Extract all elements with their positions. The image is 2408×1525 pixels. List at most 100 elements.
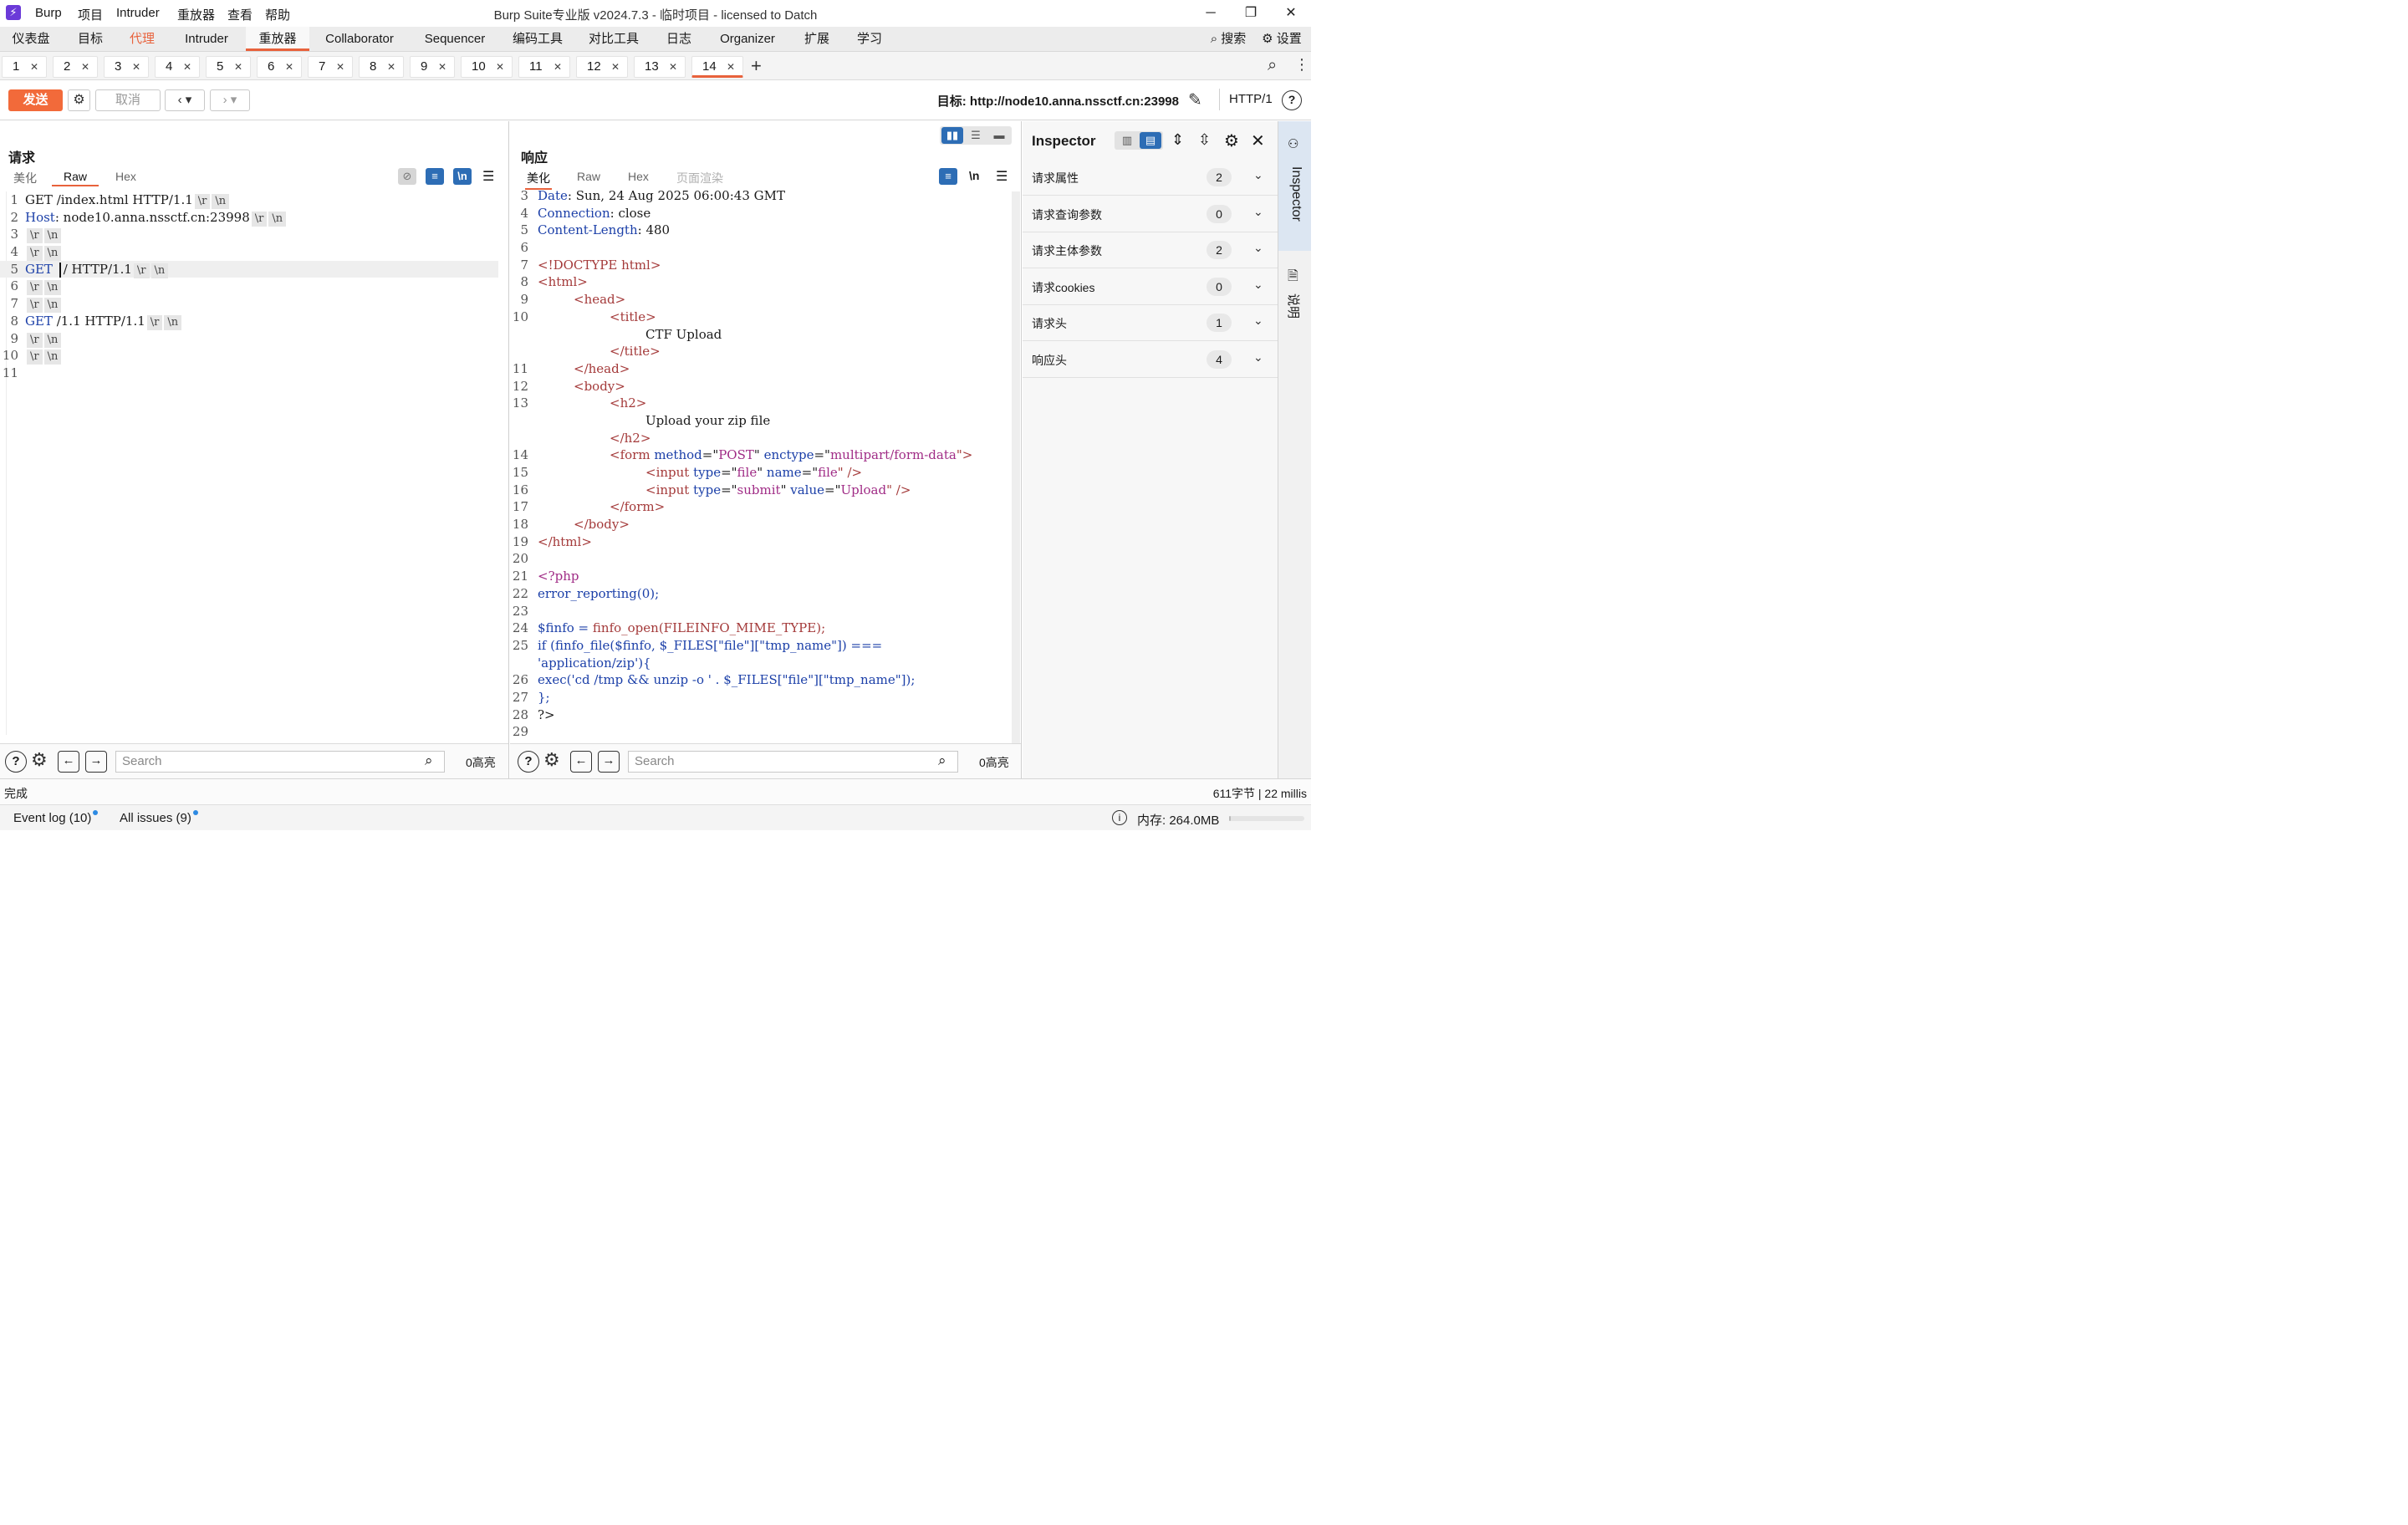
tab-sequencer[interactable]: Sequencer [413, 27, 497, 51]
close-icon[interactable]: ✕ [611, 57, 620, 77]
info-icon[interactable]: i [1112, 810, 1127, 825]
global-search-button[interactable]: ⌕ 搜索 [1204, 27, 1252, 51]
tab-repeater[interactable]: 重放器 [246, 27, 309, 51]
repeater-tab[interactable]: 1 ✕ [2, 56, 47, 78]
hide-icon[interactable]: ⊘ [398, 168, 416, 185]
previous-match-icon[interactable]: ← [570, 751, 592, 773]
repeater-tab[interactable]: 3 ✕ [104, 56, 149, 78]
close-icon[interactable]: ✕ [496, 57, 504, 77]
side-tab-notes[interactable]: 🗎 说明 [1278, 260, 1311, 327]
restore-icon[interactable]: ❐ [1241, 3, 1261, 23]
tab-learn[interactable]: 学习 [848, 27, 891, 51]
newline-icon[interactable]: \n [969, 169, 979, 182]
search-icon[interactable]: ⌕ [1268, 56, 1277, 75]
more-icon[interactable]: ⋮ [1294, 56, 1309, 74]
repeater-tab[interactable]: 2 ✕ [53, 56, 98, 78]
close-icon[interactable]: ✕ [554, 57, 562, 77]
close-icon[interactable]: ✕ [336, 57, 344, 77]
tab-raw[interactable]: Raw [577, 170, 600, 183]
newline-icon[interactable]: \n [453, 168, 472, 185]
close-icon[interactable]: ✕ [387, 57, 395, 77]
tab-organizer[interactable]: Organizer [711, 27, 784, 51]
close-icon[interactable]: ✕ [132, 57, 140, 77]
send-button[interactable]: 发送 [8, 89, 63, 111]
repeater-tab[interactable]: 9 ✕ [410, 56, 455, 78]
response-editor[interactable]: 3 Date: Sun, 24 Aug 2025 06:00:43 GMT 4 Con… [510, 187, 1021, 741]
tab-raw[interactable]: Raw [52, 170, 99, 186]
repeater-tab[interactable]: 11 ✕ [518, 56, 570, 78]
tab-comparer[interactable]: 对比工具 [580, 27, 647, 51]
layout-left-icon[interactable]: ▥ [1116, 132, 1138, 149]
previous-match-icon[interactable]: ← [58, 751, 79, 773]
issues-button[interactable]: All issues (9) [120, 810, 198, 825]
repeater-tab[interactable]: 7 ✕ [308, 56, 353, 78]
close-icon[interactable]: ✕ [30, 57, 38, 77]
repeater-tab-active[interactable]: 14 ✕ [691, 56, 743, 78]
expand-all-icon[interactable]: ⇕ [1171, 131, 1184, 149]
inspector-row[interactable]: 请求属性 2 ⌄ [1023, 160, 1278, 196]
request-editor[interactable]: 1 GET /index.html HTTP/1.1 \r \n 2 Host: nod… [0, 191, 508, 382]
close-icon[interactable]: ✕ [669, 57, 677, 77]
gear-icon[interactable]: ⚙ [1224, 130, 1239, 151]
tab-collaborator[interactable]: Collaborator [316, 27, 403, 51]
edit-pencil-icon[interactable]: ✎ [1188, 89, 1202, 110]
close-icon[interactable]: ✕ [438, 57, 446, 77]
menu-icon[interactable]: ☰ [482, 168, 494, 185]
collapse-all-icon[interactable]: ⇳ [1198, 131, 1211, 149]
protocol-label[interactable]: HTTP/1 [1229, 92, 1273, 106]
repeater-tab[interactable]: 4 ✕ [155, 56, 200, 78]
help-icon[interactable]: ? [5, 751, 27, 773]
tab-decoder[interactable]: 编码工具 [505, 27, 570, 51]
inspector-row[interactable]: 响应头 4 ⌄ [1023, 342, 1278, 378]
wrap-icon[interactable]: ≡ [426, 168, 444, 185]
repeater-tab[interactable]: 5 ✕ [206, 56, 251, 78]
next-match-icon[interactable]: → [598, 751, 620, 773]
add-tab-icon[interactable]: + [751, 55, 762, 77]
search-input[interactable]: Search [628, 751, 958, 773]
next-match-icon[interactable]: → [85, 751, 107, 773]
search-input[interactable]: Search [115, 751, 445, 773]
tab-pretty[interactable]: 美化 [13, 170, 37, 186]
side-tab-inspector[interactable]: ⚇ Inspector [1278, 121, 1311, 251]
repeater-tab[interactable]: 13 ✕ [634, 56, 686, 78]
menu-icon[interactable]: ☰ [996, 168, 1008, 185]
tab-proxy[interactable]: 代理 [120, 27, 164, 51]
layout-right-icon[interactable]: ▤ [1140, 132, 1161, 149]
repeater-tab[interactable]: 6 ✕ [257, 56, 302, 78]
tab-target[interactable]: 目标 [67, 27, 114, 51]
tab-hex[interactable]: Hex [628, 170, 649, 183]
close-icon[interactable]: ✕ [285, 57, 293, 77]
inspector-row[interactable]: 请求cookies 0 ⌄ [1023, 269, 1278, 305]
inspector-row[interactable]: 请求查询参数 0 ⌄ [1023, 196, 1278, 232]
gear-icon[interactable]: ⚙ [31, 749, 48, 771]
close-icon[interactable]: ✕ [234, 57, 242, 77]
gear-icon[interactable]: ⚙ [543, 749, 560, 771]
inspector-row[interactable]: 请求主体参数 2 ⌄ [1023, 232, 1278, 268]
tab-hex[interactable]: Hex [115, 170, 136, 183]
minimize-icon[interactable]: ─ [1201, 3, 1221, 23]
settings-button[interactable]: ⚙ 设置 [1256, 27, 1308, 51]
gear-icon[interactable]: ⚙ [68, 89, 90, 111]
tab-intruder[interactable]: Intruder [172, 27, 241, 51]
tab-render[interactable]: 页面渲染 [676, 170, 723, 186]
close-icon[interactable]: ✕ [1251, 130, 1265, 151]
help-icon[interactable]: ? [518, 751, 539, 773]
tabs-layout-icon[interactable]: ▬ [988, 127, 1010, 144]
inspector-row[interactable]: 请求头 1 ⌄ [1023, 305, 1278, 341]
repeater-tab[interactable]: 8 ✕ [359, 56, 404, 78]
help-icon[interactable]: ? [1282, 90, 1302, 110]
split-vertical-icon[interactable]: ☰ [965, 127, 987, 144]
close-icon[interactable]: ✕ [727, 57, 735, 77]
wrap-icon[interactable]: ≡ [939, 168, 957, 185]
tab-dashboard[interactable]: 仪表盘 [3, 27, 59, 51]
target-label[interactable]: 目标: http://node10.anna.nssctf.cn:23998 [937, 92, 1179, 110]
close-icon[interactable]: ✕ [81, 57, 89, 77]
back-button[interactable]: ‹ ▾ [165, 89, 205, 111]
repeater-tab[interactable]: 12 ✕ [576, 56, 628, 78]
close-icon[interactable]: ✕ [1281, 3, 1301, 23]
cancel-button[interactable]: 取消 [95, 89, 161, 111]
repeater-tab[interactable]: 10 ✕ [461, 56, 513, 78]
tab-extensions[interactable]: 扩展 [794, 27, 839, 51]
split-horizontal-icon[interactable]: ▮▮ [941, 127, 963, 144]
event-log-button[interactable]: Event log (10) [13, 810, 99, 825]
